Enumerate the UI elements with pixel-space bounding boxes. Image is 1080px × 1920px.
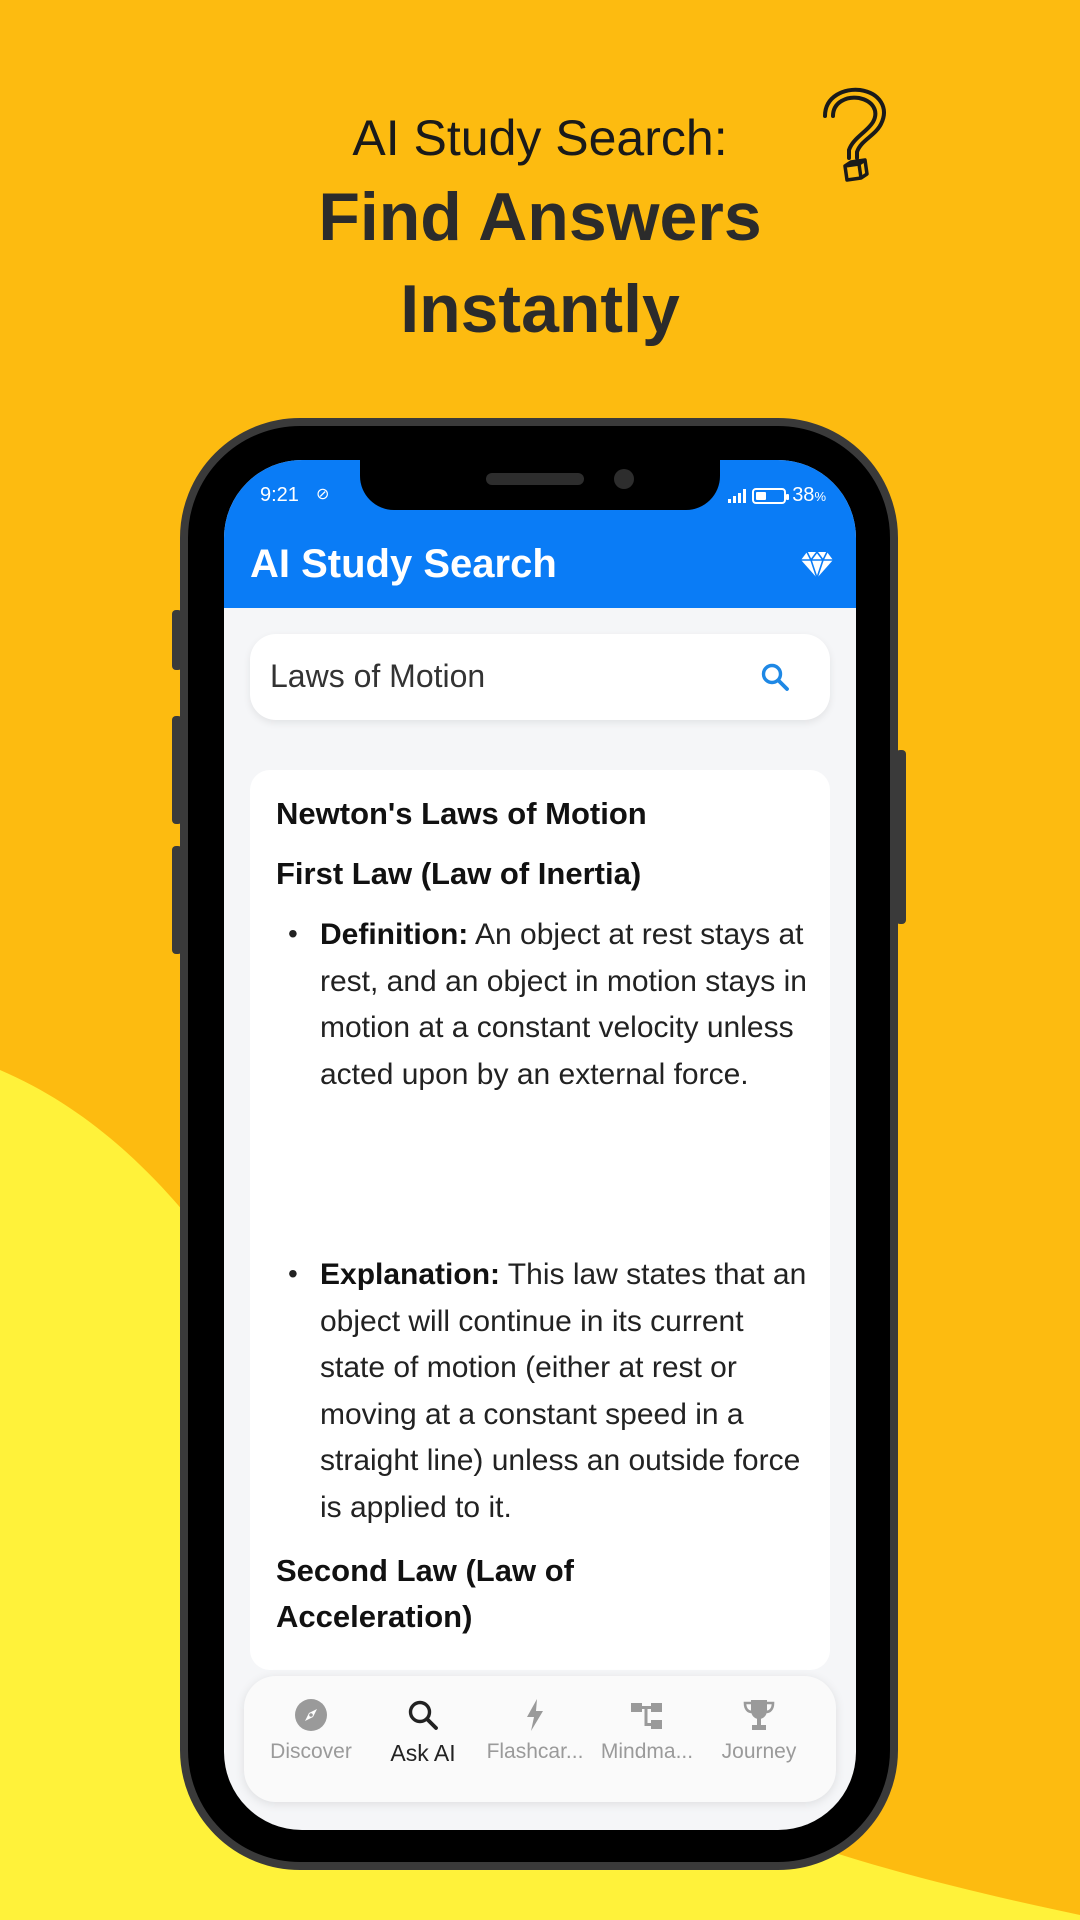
search-field[interactable]: Laws of Motion (250, 634, 830, 720)
second-law-title: Second Law (Law of Acceleration) (276, 1553, 574, 1634)
definition-label: Definition: (320, 918, 469, 951)
search-input[interactable]: Laws of Motion (270, 658, 485, 695)
nav-ask-ai[interactable]: Ask AI (368, 1698, 478, 1767)
question-mark-icon (823, 87, 886, 182)
mindmap-icon (631, 1703, 662, 1729)
bullet-dot: • (288, 1258, 298, 1289)
phone-screen: 9:21 ⊘ 38% AI Study Search Laws of Motio… (224, 460, 856, 1830)
search-icon[interactable] (760, 662, 790, 692)
list-item: Definition: An object at rest stays at r… (320, 912, 812, 1098)
app-bar: AI Study Search (224, 528, 856, 608)
nav-label: Journey (721, 1740, 797, 1763)
search-icon (408, 1700, 438, 1730)
answer-heading: Newton's Laws of Motion (276, 796, 647, 831)
explanation-label: Explanation: (320, 1258, 501, 1291)
explanation-text: This law states that an object will cont… (320, 1258, 807, 1524)
nav-discover[interactable]: Discover (256, 1698, 366, 1764)
headline: AI Study Search: Find Answers Instantly (0, 105, 1080, 355)
nav-label: Discover (270, 1740, 352, 1763)
status-time: 9:21 (260, 484, 299, 506)
app-title: AI Study Search (250, 542, 557, 586)
bullet-dot: • (288, 918, 298, 949)
battery-percent: 38% (792, 484, 826, 506)
status-indicators: 38% (728, 484, 826, 507)
bottom-navigation: Discover Ask AI Flashcar... Mindma... Jo… (244, 1676, 836, 1802)
headline-title-line-1: Find Answers (318, 179, 762, 255)
nav-label: Flashcar... (486, 1740, 584, 1763)
nav-flashcards[interactable]: Flashcar... (480, 1698, 590, 1764)
phone-notch (360, 460, 720, 510)
nav-journey[interactable]: Journey (704, 1698, 814, 1764)
answer-card: Newton's Laws of Motion First Law (Law o… (250, 770, 830, 1670)
nav-mindmap[interactable]: Mindma... (592, 1698, 702, 1764)
headline-subtitle: AI Study Search: (352, 110, 728, 166)
link-icon: ⊘ (316, 486, 330, 503)
list-item: Explanation: This law states that an obj… (320, 1252, 812, 1531)
trophy-icon (743, 1700, 775, 1730)
first-law-title: First Law (Law of Inertia) (276, 856, 642, 891)
battery-icon (752, 487, 790, 504)
phone-speaker (486, 473, 584, 485)
nav-label: Ask AI (390, 1740, 456, 1766)
headline-title-line-2: Instantly (400, 271, 680, 347)
signal-icon (728, 488, 747, 503)
gem-icon[interactable] (800, 550, 834, 580)
nav-label: Mindma... (600, 1740, 694, 1763)
compass-icon (295, 1699, 327, 1731)
front-camera (614, 469, 634, 489)
lightning-icon (527, 1699, 543, 1731)
